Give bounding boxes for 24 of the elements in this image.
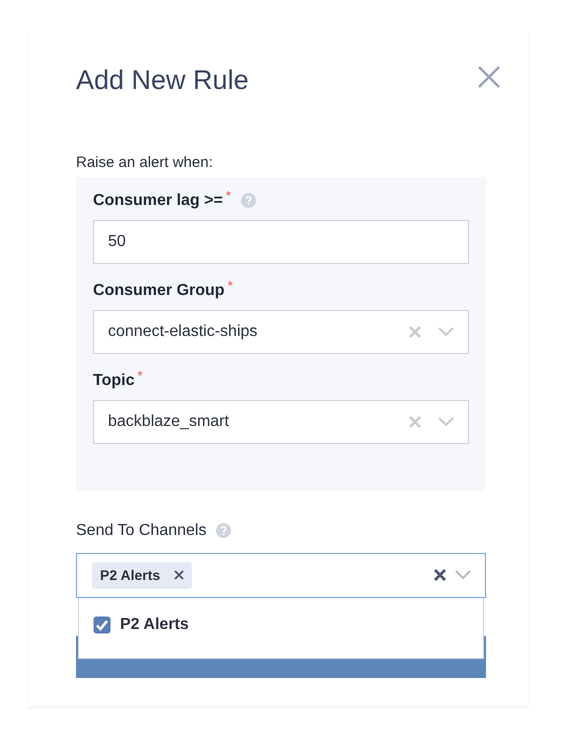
intro-text: Raise an alert when: (76, 153, 214, 174)
required-asterisk: * (226, 188, 231, 202)
clear-icon[interactable] (433, 568, 447, 582)
multi-select-field[interactable]: P2 Alerts (76, 552, 486, 598)
select-field[interactable]: connect-elastic-ships (93, 310, 469, 354)
chevron-down-icon[interactable] (438, 326, 454, 337)
number-field[interactable]: 50 (93, 220, 469, 264)
field-label: Consumer lag >= (93, 190, 223, 211)
close-button[interactable] (476, 64, 502, 90)
dropdown-option[interactable]: P2 Alerts (93, 612, 189, 637)
select-field[interactable]: backblaze_smart (93, 400, 469, 444)
chevron-down-icon[interactable] (438, 416, 454, 427)
checkbox[interactable] (93, 616, 111, 634)
help-icon[interactable] (240, 193, 256, 208)
tag-label: P2 Alerts (100, 566, 160, 585)
field-label: Consumer Group (93, 280, 225, 301)
dialog-title: Add New Rule (76, 64, 249, 96)
remove-tag-icon[interactable] (174, 570, 184, 580)
required-asterisk: * (228, 278, 233, 292)
field-label: Topic (93, 370, 134, 391)
field-label: Send To Channels (76, 520, 206, 541)
chevron-down-icon[interactable] (455, 570, 471, 580)
help-icon[interactable] (216, 523, 232, 538)
required-asterisk: * (137, 368, 143, 382)
